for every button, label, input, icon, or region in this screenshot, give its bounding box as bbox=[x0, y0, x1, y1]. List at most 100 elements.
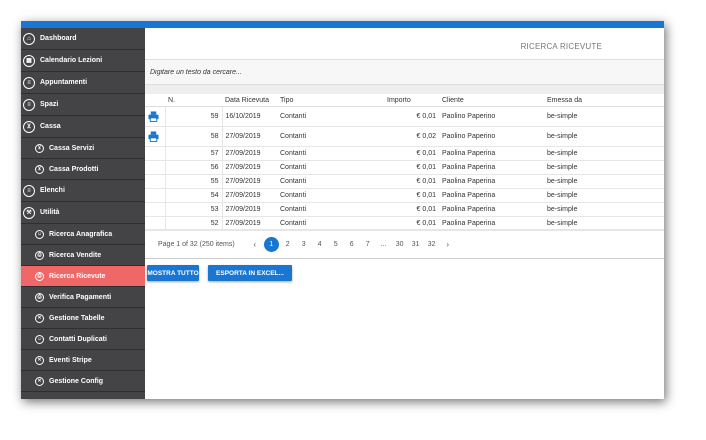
table-row[interactable]: 58 27/09/2019 Contanti € 0,02 Paolino Paperi… bbox=[145, 126, 664, 147]
pagination-page-6[interactable]: 6 bbox=[344, 241, 360, 248]
pagination-next[interactable]: › bbox=[440, 240, 456, 249]
cell-date: 27/09/2019 bbox=[222, 126, 277, 147]
cell-date: 27/09/2019 bbox=[222, 160, 277, 175]
sidebar-item-label: Gestione Tabelle bbox=[49, 314, 105, 322]
action-buttons: MOSTRA TUTTO ESPORTA IN EXCEL... bbox=[147, 265, 292, 281]
column-header-type[interactable]: Tipo bbox=[277, 94, 384, 107]
search-input[interactable] bbox=[150, 66, 550, 78]
cell-date: 27/09/2019 bbox=[222, 174, 277, 189]
sidebar-item-label: Gestione Config bbox=[49, 377, 104, 385]
table-row[interactable]: 56 27/09/2019 Contanti € 0,01 Paolina Paperi… bbox=[145, 160, 664, 175]
cell-type: Contanti bbox=[277, 126, 384, 147]
table-header-row: N. Data Ricevuta Tipo Importo Cliente Em… bbox=[145, 94, 664, 107]
printer-icon[interactable] bbox=[148, 131, 159, 142]
table-row[interactable]: 57 27/09/2019 Contanti € 0,01 Paolina Paperi… bbox=[145, 146, 664, 161]
home-icon: ⌂ bbox=[23, 32, 35, 45]
cell-customer: Paolino Paperino bbox=[439, 126, 544, 147]
pagination-page-1[interactable]: 1 bbox=[263, 236, 279, 252]
sidebar-item-cassa-servizi[interactable]: ⊻ Cassa Servizi bbox=[21, 138, 145, 159]
printer-icon[interactable] bbox=[148, 111, 159, 122]
pagination-page-7[interactable]: 7 bbox=[360, 241, 376, 248]
sidebar-item-label: Utilità bbox=[40, 209, 60, 216]
column-header-date[interactable]: Data Ricevuta bbox=[222, 94, 277, 107]
sidebar-item-eventi-stripe[interactable]: ✕ Eventi Stripe bbox=[21, 350, 145, 371]
sidebar-item-gestione-tabelle[interactable]: ✕ Gestione Tabelle bbox=[21, 308, 145, 329]
sidebar-item-label: Dashboard bbox=[40, 35, 77, 42]
cell-type: Contanti bbox=[277, 174, 384, 189]
sidebar-item-ricerca-ricevute[interactable]: ⎙ Ricerca Ricevute bbox=[21, 266, 145, 287]
table-row[interactable]: 55 27/09/2019 Contanti € 0,01 Paolina Paperi… bbox=[145, 174, 664, 189]
pagination-info: Page 1 of 32 (250 items) bbox=[158, 240, 235, 248]
cell-issued-by: be-simple bbox=[544, 146, 664, 161]
cell-customer: Paolina Paperina bbox=[439, 188, 544, 203]
cell-issued-by: be-simple bbox=[544, 174, 664, 189]
table-row[interactable]: 59 16/10/2019 Contanti € 0,01 Paolino Paperi… bbox=[145, 106, 664, 127]
table-row[interactable]: 54 27/09/2019 Contanti € 0,01 Paolina Paperi… bbox=[145, 188, 664, 203]
calendar-icon: ▦ bbox=[23, 54, 35, 67]
pagination-page-30[interactable]: 30 bbox=[392, 241, 408, 248]
pagination-prev[interactable]: ‹ bbox=[247, 240, 263, 249]
sidebar-item-label: Ricerca Vendite bbox=[49, 251, 102, 259]
print-cell[interactable] bbox=[145, 126, 166, 147]
sidebar-item-dashboard[interactable]: ⌂ Dashboard bbox=[21, 28, 145, 50]
cell-issued-by: be-simple bbox=[544, 160, 664, 175]
print-cell bbox=[145, 174, 166, 189]
sidebar-item-calendario-lezioni[interactable]: ▦ Calendario Lezioni bbox=[21, 50, 145, 72]
list-icon: ≡ bbox=[23, 98, 35, 111]
print-cell bbox=[145, 188, 166, 203]
column-header-amount[interactable]: Importo bbox=[384, 94, 439, 107]
cell-number: 57 bbox=[165, 146, 223, 161]
sidebar-item-label: Verifica Pagamenti bbox=[49, 293, 112, 301]
printer-icon: ⎙ bbox=[35, 271, 44, 281]
pagination-page-31[interactable]: 31 bbox=[408, 241, 424, 248]
search-bar bbox=[145, 59, 664, 85]
print-cell[interactable] bbox=[145, 106, 166, 127]
pagination-ellipsis: ... bbox=[380, 240, 387, 248]
cell-customer: Paolino Paperino bbox=[439, 106, 544, 127]
cell-type: Contanti bbox=[277, 202, 384, 217]
column-header-number[interactable]: N. bbox=[165, 94, 222, 107]
cell-number: 58 bbox=[165, 126, 223, 147]
sidebar-item-ricerca-vendite[interactable]: ⎙ Ricerca Vendite bbox=[21, 245, 145, 266]
sidebar-item-cassa-prodotti[interactable]: ⊻ Cassa Prodotti bbox=[21, 159, 145, 180]
printer-icon: ⎙ bbox=[35, 292, 44, 302]
pagination-page-2[interactable]: 2 bbox=[280, 241, 296, 248]
column-header-actions bbox=[145, 94, 165, 107]
pagination-page-4[interactable]: 4 bbox=[312, 241, 328, 248]
cell-number: 56 bbox=[165, 160, 223, 175]
table-toolbar-band bbox=[145, 85, 664, 94]
sidebar-item-label: Ricerca Ricevute bbox=[49, 272, 106, 280]
page-title: RICERCA RICEVUTE bbox=[520, 42, 602, 51]
sidebar: ⌂ Dashboard ▦ Calendario Lezioni ≡ Appuntamen… bbox=[21, 28, 145, 399]
sidebar-item-contatti-duplicati[interactable]: ☺ Contatti Duplicati bbox=[21, 329, 145, 350]
cell-amount: € 0,01 bbox=[384, 106, 439, 127]
cell-date: 27/09/2019 bbox=[222, 188, 277, 203]
sidebar-item-ricerca-anagrafica[interactable]: ☺ Ricerca Anagrafica bbox=[21, 224, 145, 245]
sidebar-item-label: Ricerca Anagrafica bbox=[49, 230, 113, 238]
sidebar-item-utilita[interactable]: ⚒ Utilità bbox=[21, 202, 145, 224]
cell-type: Contanti bbox=[277, 188, 384, 203]
cell-number: 54 bbox=[165, 188, 223, 203]
export-excel-button[interactable]: ESPORTA IN EXCEL... bbox=[208, 265, 292, 281]
top-accent-bar bbox=[21, 21, 664, 28]
sidebar-item-label: Cassa bbox=[40, 123, 61, 130]
pagination-page-3[interactable]: 3 bbox=[296, 241, 312, 248]
sidebar-item-spazi[interactable]: ≡ Spazi bbox=[21, 94, 145, 116]
sidebar-item-appuntamenti[interactable]: ≡ Appuntamenti bbox=[21, 72, 145, 94]
sidebar-item-elenchi[interactable]: ≡ Elenchi bbox=[21, 180, 145, 202]
pagination-page-5[interactable]: 5 bbox=[328, 241, 344, 248]
tools-icon: ✕ bbox=[35, 376, 44, 386]
pagination-page-32[interactable]: 32 bbox=[424, 241, 440, 248]
column-header-issued-by[interactable]: Emessa da bbox=[544, 94, 664, 107]
cell-customer: Paolina Paperina bbox=[439, 174, 544, 189]
print-cell bbox=[145, 146, 166, 161]
sidebar-item-cassa[interactable]: ⊻ Cassa bbox=[21, 116, 145, 138]
cell-issued-by: be-simple bbox=[544, 188, 664, 203]
column-header-customer[interactable]: Cliente bbox=[439, 94, 544, 107]
table-row[interactable]: 53 27/09/2019 Contanti € 0,01 Paolina Paperi… bbox=[145, 202, 664, 217]
menu-icon: ≡ bbox=[23, 184, 35, 197]
sidebar-item-gestione-config[interactable]: ✕ Gestione Config bbox=[21, 371, 145, 392]
show-all-button[interactable]: MOSTRA TUTTO bbox=[147, 265, 199, 281]
sidebar-item-verifica-pagamenti[interactable]: ⎙ Verifica Pagamenti bbox=[21, 287, 145, 308]
print-cell bbox=[145, 202, 166, 217]
